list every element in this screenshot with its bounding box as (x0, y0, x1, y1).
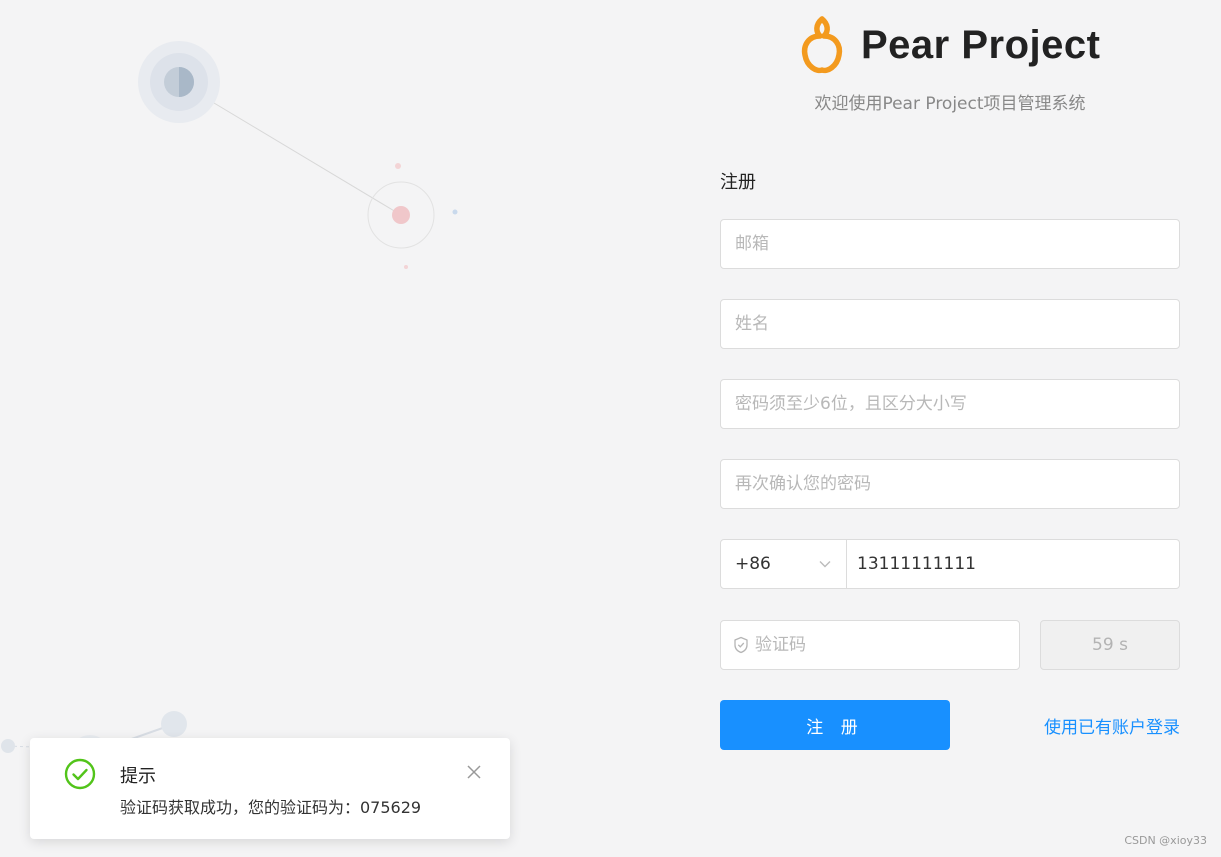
email-field-wrapper (720, 219, 1180, 269)
phone-input[interactable] (857, 554, 1169, 574)
verification-code-input[interactable] (755, 635, 1007, 655)
brand-header: Pear Project (795, 14, 1100, 76)
country-code-value: +86 (735, 554, 771, 574)
phone-row: +86 (720, 539, 1180, 589)
get-code-button[interactable]: 59 s (1040, 620, 1180, 670)
watermark: CSDN @xioy33 (1124, 834, 1207, 847)
password-input[interactable] (735, 380, 1165, 428)
name-input[interactable] (735, 300, 1165, 348)
close-icon[interactable] (464, 762, 484, 782)
code-field-wrapper (720, 620, 1020, 670)
background-decoration (1, 41, 458, 775)
notification-title: 提示 (120, 766, 156, 787)
notification: 提示 验证码获取成功，您的验证码为：075629 (30, 738, 510, 839)
phone-field-wrapper (847, 539, 1180, 589)
confirm-password-field-wrapper (720, 459, 1180, 509)
login-link[interactable]: 使用已有账户登录 (1044, 713, 1180, 738)
notification-message: 验证码获取成功，您的验证码为：075629 (120, 798, 422, 817)
name-field-wrapper (720, 299, 1180, 349)
chevron-down-icon (819, 561, 831, 568)
pear-logo-icon (801, 16, 843, 74)
welcome-text: 欢迎使用Pear Project项目管理系统 (814, 94, 1086, 114)
brand-name: Pear Project (861, 22, 1101, 67)
shield-check-icon (734, 636, 748, 654)
check-circle-icon (64, 758, 96, 790)
form-title: 注册 (720, 172, 756, 193)
register-button[interactable]: 注 册 (720, 700, 950, 750)
email-input[interactable] (735, 220, 1165, 268)
confirm-password-input[interactable] (735, 460, 1165, 508)
password-field-wrapper (720, 379, 1180, 429)
register-page: Pear Project 欢迎使用Pear Project项目管理系统 注册 +… (0, 0, 1221, 857)
country-code-select[interactable]: +86 (720, 539, 847, 589)
